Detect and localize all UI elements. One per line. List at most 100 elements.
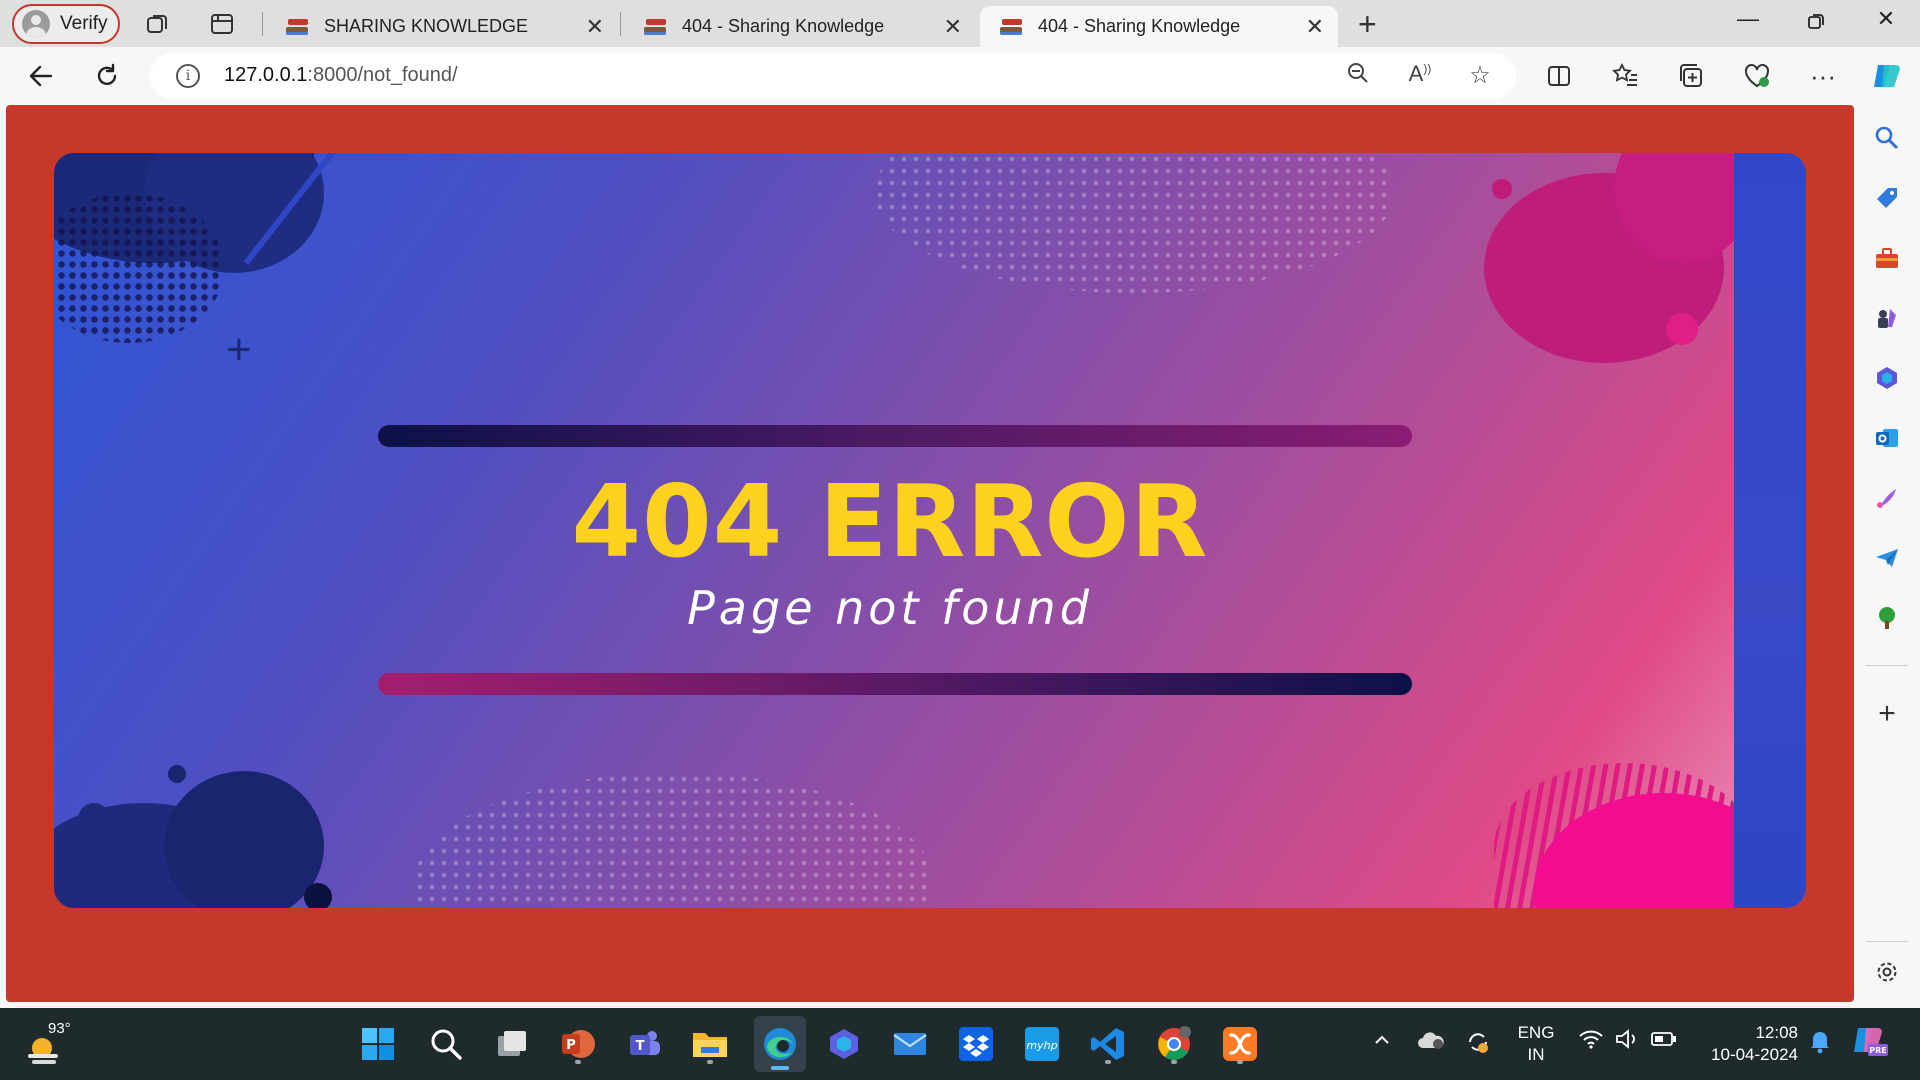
powerpoint-icon[interactable]: P xyxy=(556,1022,600,1066)
windows-taskbar: 93° P T myhp ENG IN 12:08 10-04-2024 PRE xyxy=(0,1008,1920,1080)
svg-text:myhp: myhp xyxy=(1026,1039,1057,1052)
running-indicator xyxy=(707,1060,713,1064)
battery-icon[interactable] xyxy=(1650,1028,1678,1056)
weather-widget[interactable]: 93° xyxy=(24,1020,74,1066)
mail-icon[interactable] xyxy=(888,1022,932,1066)
running-indicator xyxy=(1105,1060,1111,1064)
outlook-icon[interactable] xyxy=(1872,423,1902,453)
vscode-icon[interactable] xyxy=(1086,1022,1130,1066)
new-tab-button[interactable]: + xyxy=(1358,6,1377,43)
divider-bar-bottom xyxy=(378,673,1412,695)
svg-text:P: P xyxy=(566,1038,576,1053)
tab-title: 404 - Sharing Knowledge xyxy=(1038,16,1241,36)
designer-icon[interactable] xyxy=(1872,483,1902,513)
system-clock[interactable]: 12:08 10-04-2024 xyxy=(1698,1022,1798,1066)
notification-bell-icon[interactable] xyxy=(1808,1028,1832,1060)
site-favicon-icon xyxy=(1000,16,1024,38)
send-telegram-icon[interactable] xyxy=(1872,543,1902,573)
profile-label: Verify xyxy=(60,13,108,34)
back-button[interactable] xyxy=(24,59,58,93)
sidebar-separator xyxy=(1866,665,1908,666)
collections-icon[interactable] xyxy=(1674,59,1708,93)
shopping-tag-icon[interactable] xyxy=(1872,183,1902,213)
input-language-indicator[interactable]: ENG IN xyxy=(1516,1022,1556,1066)
teams-icon[interactable]: T xyxy=(622,1022,666,1066)
split-screen-icon[interactable] xyxy=(1542,59,1576,93)
more-options-icon[interactable]: ··· xyxy=(1806,59,1840,93)
page-viewport: + 404 ERROR Page not found xyxy=(6,105,1854,1002)
dot-pattern xyxy=(874,153,1394,293)
wifi-icon[interactable] xyxy=(1578,1028,1604,1056)
running-indicator xyxy=(1237,1060,1243,1064)
circle-decoration xyxy=(304,883,332,908)
sidebar-settings-gear-icon[interactable] xyxy=(1872,957,1902,987)
workspaces-icon[interactable] xyxy=(144,10,172,38)
tab-sharing-knowledge[interactable]: SHARING KNOWLEDGE ✕ xyxy=(266,6,618,47)
running-indicator xyxy=(771,1066,789,1070)
myhp-icon[interactable]: myhp xyxy=(1020,1022,1064,1066)
favorites-icon[interactable] xyxy=(1608,59,1642,93)
url-text[interactable]: 127.0.0.1:8000/not_found/ xyxy=(224,64,458,87)
running-indicator xyxy=(575,1060,581,1064)
browser-essentials-icon[interactable] xyxy=(1740,59,1774,93)
search-icon[interactable] xyxy=(1872,123,1902,153)
tools-toolbox-icon[interactable] xyxy=(1872,243,1902,273)
circle-decoration xyxy=(1492,179,1512,199)
browser-toolbar: i 127.0.0.1:8000/not_found/ A)) ☆ ··· xyxy=(0,47,1920,105)
edge-browser-icon[interactable] xyxy=(754,1016,806,1072)
show-hidden-icons-chevron-up-icon[interactable] xyxy=(1372,1030,1392,1056)
start-windows-icon[interactable] xyxy=(356,1022,400,1066)
copilot-taskbar-icon[interactable] xyxy=(822,1022,866,1066)
error-subline: Page not found xyxy=(687,581,1093,635)
close-tab-icon[interactable]: ✕ xyxy=(586,14,604,40)
tab-404-first[interactable]: 404 - Sharing Knowledge ✕ xyxy=(624,6,976,47)
running-indicator xyxy=(1171,1060,1177,1064)
close-window-button[interactable]: ✕ xyxy=(1866,6,1906,32)
address-bar[interactable]: i 127.0.0.1:8000/not_found/ A)) ☆ xyxy=(150,53,1516,99)
tab-separator xyxy=(262,12,263,36)
sync-icon[interactable] xyxy=(1464,1028,1492,1062)
avatar xyxy=(22,10,50,38)
site-favicon-icon xyxy=(286,16,310,38)
add-sidebar-app-icon[interactable]: + xyxy=(1872,697,1902,730)
close-tab-icon[interactable]: ✕ xyxy=(1306,14,1324,40)
dot-pattern xyxy=(414,773,934,908)
svg-text:T: T xyxy=(636,1039,645,1054)
file-explorer-icon[interactable] xyxy=(688,1022,732,1066)
dropbox-icon[interactable] xyxy=(954,1022,998,1066)
task-view-icon[interactable] xyxy=(490,1022,534,1066)
microsoft-365-icon[interactable] xyxy=(1872,363,1902,393)
copilot-icon[interactable] xyxy=(1870,59,1904,93)
xampp-icon[interactable] xyxy=(1218,1022,1262,1066)
copilot-pre-tray-icon[interactable]: PRE xyxy=(1852,1024,1888,1064)
language-region: IN xyxy=(1527,1045,1545,1064)
blob-shape xyxy=(164,771,324,908)
volume-speaker-icon[interactable] xyxy=(1614,1028,1640,1056)
error-headline: 404 ERROR xyxy=(571,463,1209,580)
profile-button[interactable]: Verify xyxy=(12,4,120,44)
tab-404-active[interactable]: 404 - Sharing Knowledge ✕ xyxy=(980,6,1338,47)
site-info-icon[interactable]: i xyxy=(176,64,200,88)
edge-sidebar: + xyxy=(1854,105,1920,1002)
chrome-icon[interactable] xyxy=(1152,1022,1196,1066)
circle-decoration xyxy=(168,765,186,783)
tab-separator xyxy=(620,12,621,36)
tab-title: 404 - Sharing Knowledge xyxy=(682,16,885,36)
restore-button[interactable] xyxy=(1796,10,1836,36)
language-code: ENG xyxy=(1517,1023,1555,1042)
tab-actions-icon[interactable] xyxy=(208,10,236,38)
divider-bar-top xyxy=(378,425,1412,447)
close-tab-icon[interactable]: ✕ xyxy=(944,14,962,40)
sidebar-separator xyxy=(1866,941,1908,942)
onedrive-cloud-icon[interactable] xyxy=(1416,1028,1446,1058)
tree-app-icon[interactable] xyxy=(1872,603,1902,633)
zoom-out-icon[interactable] xyxy=(1342,61,1374,92)
url-path: :8000/not_found/ xyxy=(307,64,458,86)
minimize-button[interactable]: — xyxy=(1728,6,1768,32)
refresh-button[interactable] xyxy=(90,59,124,93)
site-favicon-icon xyxy=(644,16,668,38)
favorite-star-icon[interactable]: ☆ xyxy=(1464,61,1496,90)
read-aloud-icon[interactable]: A)) xyxy=(1404,61,1436,87)
games-icon[interactable] xyxy=(1872,303,1902,333)
taskbar-search-icon[interactable] xyxy=(424,1022,468,1066)
